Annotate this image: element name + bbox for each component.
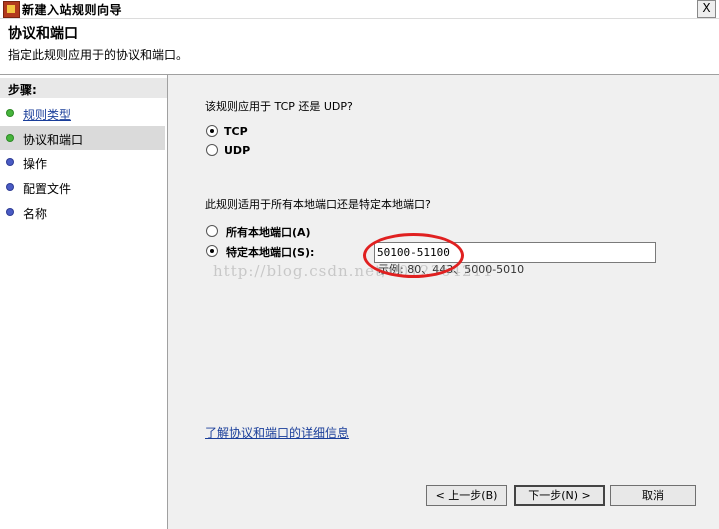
pending-step-icon: [7, 159, 13, 165]
pending-step-icon: [7, 184, 13, 190]
pending-step-icon: [7, 209, 13, 215]
step-label: 名称: [23, 207, 48, 221]
page-title: 协议和端口: [8, 26, 78, 42]
wizard-header: 协议和端口 指定此规则应用于的协议和端口。: [0, 19, 719, 75]
cancel-button[interactable]: 取消: [610, 485, 696, 506]
current-step-icon: [7, 135, 13, 141]
step-rule-type[interactable]: 规则类型: [0, 101, 165, 125]
window-title: 新建入站规则向导: [22, 3, 123, 17]
all-ports-radio[interactable]: [206, 225, 218, 237]
next-button[interactable]: 下一步(N) >: [514, 485, 605, 506]
tcp-radio[interactable]: [206, 125, 218, 137]
step-protocol-ports[interactable]: 协议和端口: [0, 126, 165, 150]
udp-radio[interactable]: [206, 144, 218, 156]
protocol-question: 该规则应用于 TCP 还是 UDP?: [205, 100, 353, 113]
page-subtitle: 指定此规则应用于的协议和端口。: [8, 48, 189, 62]
step-name: 名称: [0, 200, 165, 224]
back-button[interactable]: < 上一步(B): [426, 485, 507, 506]
specific-ports-label[interactable]: 特定本地端口(S):: [226, 244, 314, 260]
main-panel: 该规则应用于 TCP 还是 UDP? TCP UDP 此规则适用于所有本地端口还…: [168, 75, 719, 529]
annotation-circle: [363, 233, 464, 278]
close-button[interactable]: X: [697, 0, 716, 18]
learn-more-link[interactable]: 了解协议和端口的详细信息: [205, 424, 349, 441]
tcp-label[interactable]: TCP: [224, 125, 248, 138]
completed-step-icon: [7, 110, 13, 116]
steps-heading-label: 步骤:: [8, 83, 37, 97]
step-profile: 配置文件: [0, 175, 165, 199]
specific-ports-radio[interactable]: [206, 245, 218, 257]
ports-question: 此规则适用于所有本地端口还是特定本地端口?: [205, 198, 431, 211]
step-label: 操作: [23, 157, 48, 171]
step-label[interactable]: 规则类型: [23, 106, 71, 123]
steps-heading: 步骤:: [0, 78, 167, 98]
all-ports-label[interactable]: 所有本地端口(A): [226, 224, 311, 240]
firewall-app-icon: [3, 1, 20, 18]
steps-sidebar: 步骤: 规则类型 协议和端口 操作 配置文件 名称: [0, 75, 168, 529]
step-action: 操作: [0, 150, 165, 174]
title-bar: 新建入站规则向导 X: [0, 0, 719, 19]
udp-label[interactable]: UDP: [224, 144, 250, 157]
step-label: 协议和端口: [23, 133, 84, 147]
step-label: 配置文件: [23, 182, 72, 196]
